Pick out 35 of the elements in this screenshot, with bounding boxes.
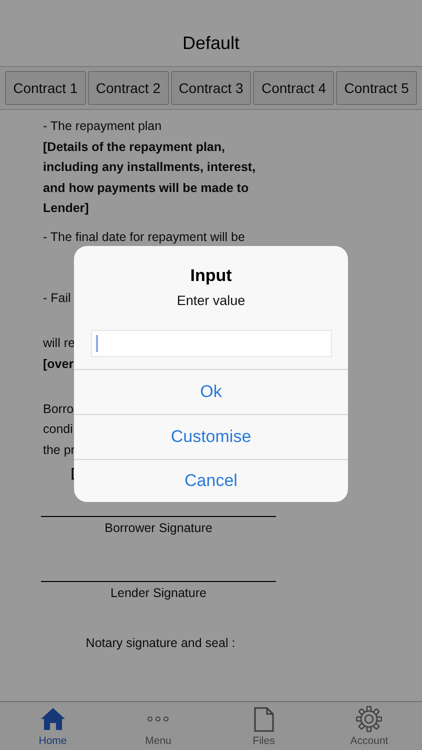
- dialog-button[interactable]: Customise: [74, 414, 348, 459]
- document-text: [Details of the repayment plan,: [43, 138, 225, 156]
- dialog-message: Enter value: [176, 293, 246, 308]
- document-text: and how payments will be made to: [43, 180, 249, 197]
- dialog-title: Input: [190, 266, 232, 286]
- document-text: - Fail: [43, 290, 71, 307]
- more-icon: [147, 716, 170, 722]
- notary-label: Notary signature and seal :: [86, 636, 236, 650]
- dialog-button[interactable]: Cancel: [74, 459, 348, 502]
- document-text: [over: [43, 356, 74, 373]
- signature-label: Borrower Signature: [104, 520, 212, 534]
- tab-bar-item[interactable]: Files: [211, 702, 316, 750]
- home-icon: [40, 707, 66, 731]
- contract-tab[interactable]: Contract 4: [253, 71, 334, 105]
- document-text: will re: [43, 335, 75, 352]
- file-icon: [254, 706, 274, 732]
- contract-tab[interactable]: Contract 2: [88, 71, 169, 105]
- contract-tab[interactable]: Contract 1: [5, 71, 86, 105]
- document-text: including any installments, interest,: [43, 159, 256, 176]
- contract-tab[interactable]: Contract 3: [170, 71, 252, 105]
- input-field[interactable]: [91, 330, 332, 357]
- document-text: the pr: [43, 442, 75, 459]
- contract-tab[interactable]: Contract 5: [336, 71, 417, 105]
- settings-icon: [356, 706, 382, 732]
- document-text: Lender]: [43, 200, 89, 217]
- document-text: - The repayment plan: [43, 118, 162, 135]
- screen-title: Default: [182, 33, 240, 54]
- document-text: condi: [43, 421, 73, 438]
- document-text: - The final date for repayment will be: [43, 228, 245, 246]
- tab-bar-item[interactable]: Home: [0, 702, 106, 750]
- signature-label: Lender Signature: [110, 586, 206, 600]
- dialog-button[interactable]: Ok: [74, 369, 348, 414]
- tab-bar-item[interactable]: Account: [316, 702, 422, 750]
- document-text: Borro: [43, 400, 74, 418]
- tab-bar-item[interactable]: Menu: [106, 702, 211, 750]
